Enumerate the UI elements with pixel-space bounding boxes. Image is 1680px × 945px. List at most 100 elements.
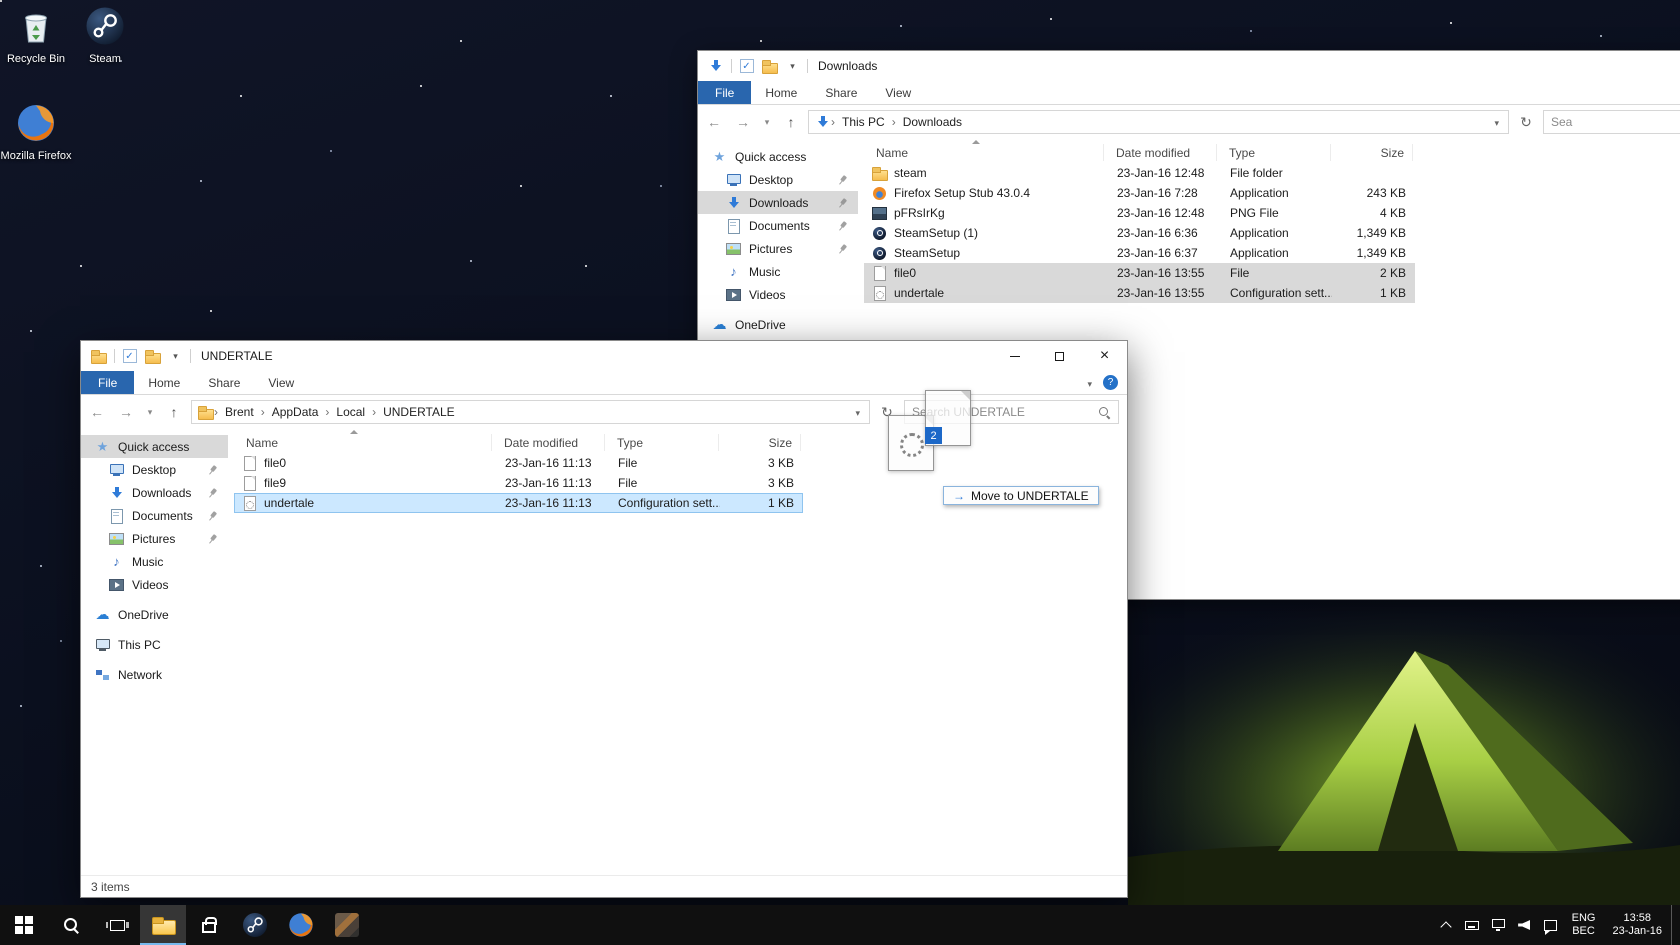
title-bar[interactable]: UNDERTALE [81, 341, 1127, 371]
sidebar-item-music[interactable]: Music [81, 550, 228, 573]
clock[interactable]: 13:58 23-Jan-16 [1604, 912, 1670, 938]
address-box[interactable]: Brent AppData Local UNDERTALE [191, 400, 870, 424]
breadcrumb-item[interactable]: This PC [835, 115, 892, 129]
desktop-icon-recycle-bin[interactable]: Recycle Bin [0, 6, 74, 66]
tray-expand-button[interactable] [1434, 905, 1459, 945]
store-button[interactable] [186, 905, 232, 945]
minimize-button[interactable] [992, 341, 1037, 371]
task-view-button[interactable] [94, 905, 140, 945]
file-row[interactable]: Firefox Setup Stub 43.0.4 23-Jan-16 7:28… [864, 183, 1415, 203]
tray-network-button[interactable] [1486, 905, 1511, 945]
refresh-icon[interactable] [875, 400, 899, 424]
sidebar-item-videos[interactable]: Videos [698, 283, 858, 306]
properties-qat-icon[interactable] [739, 59, 754, 74]
tray-action-center-button[interactable] [1538, 905, 1563, 945]
file-row[interactable]: SteamSetup (1) 23-Jan-16 6:36 Applicatio… [864, 223, 1415, 243]
home-tab[interactable]: Home [751, 81, 811, 104]
file-row-selected[interactable]: undertale 23-Jan-16 13:55 Configuration … [864, 283, 1415, 303]
back-button[interactable] [702, 110, 726, 134]
address-dropdown-chevron-icon[interactable] [849, 405, 866, 419]
firefox-taskbar-button[interactable] [278, 905, 324, 945]
maximize-button[interactable] [1037, 341, 1082, 371]
up-button[interactable] [162, 400, 186, 424]
new-folder-qat-icon[interactable] [761, 58, 778, 74]
share-tab[interactable]: Share [194, 371, 254, 394]
properties-qat-icon[interactable] [122, 349, 137, 364]
file-row[interactable]: file0 23-Jan-16 11:13 File 3 KB [234, 453, 803, 473]
file-size: 1,349 KB [1356, 226, 1406, 240]
breadcrumb-item[interactable]: Downloads [896, 115, 969, 129]
sidebar-item-pictures[interactable]: Pictures [698, 237, 858, 260]
tray-keyboard-button[interactable] [1460, 905, 1485, 945]
sidebar-item-desktop[interactable]: Desktop [81, 458, 228, 481]
sidebar-item-onedrive[interactable]: OneDrive [81, 603, 228, 626]
breadcrumb-item[interactable]: Brent [218, 405, 261, 419]
customize-qat-chevron-down-icon[interactable] [168, 349, 183, 364]
column-header-name[interactable]: Name [864, 140, 1104, 161]
show-desktop-button[interactable] [1671, 905, 1677, 945]
view-tab[interactable]: View [254, 371, 308, 394]
search-input[interactable]: Search UNDERTALE [904, 400, 1119, 424]
address-box[interactable]: This PC Downloads [808, 110, 1509, 134]
view-tab[interactable]: View [871, 81, 925, 104]
sidebar-item-downloads[interactable]: Downloads [81, 481, 228, 504]
refresh-icon[interactable] [1514, 110, 1538, 134]
desktop-icon-firefox[interactable]: Mozilla Firefox [0, 103, 74, 163]
ribbon-collapse-icon[interactable] [1087, 376, 1092, 390]
language-indicator[interactable]: ENG BEC [1564, 912, 1604, 938]
file-row[interactable]: steam 23-Jan-16 12:48 File folder [864, 163, 1415, 183]
file-row[interactable]: pFRsIrKg 23-Jan-16 12:48 PNG File 4 KB [864, 203, 1415, 223]
close-button[interactable] [1082, 341, 1127, 371]
file-row[interactable]: SteamSetup 23-Jan-16 6:37 Application 1,… [864, 243, 1415, 263]
sidebar-item-documents[interactable]: Documents [698, 214, 858, 237]
sidebar-item-documents[interactable]: Documents [81, 504, 228, 527]
share-tab[interactable]: Share [811, 81, 871, 104]
new-folder-qat-icon[interactable] [144, 348, 161, 364]
column-header-date-modified[interactable]: Date modified [492, 434, 605, 451]
start-button[interactable] [0, 905, 48, 945]
column-header-type[interactable]: Type [1217, 144, 1331, 161]
sidebar-item-quick-access[interactable]: Quick access [81, 435, 228, 458]
recent-locations-chevron-icon[interactable] [760, 110, 774, 134]
column-header-date-modified[interactable]: Date modified [1104, 144, 1217, 161]
help-icon[interactable] [1103, 375, 1118, 390]
file-explorer-button[interactable] [140, 905, 186, 945]
sidebar-item-music[interactable]: Music [698, 260, 858, 283]
recent-locations-chevron-icon[interactable] [143, 400, 157, 424]
tray-volume-button[interactable] [1512, 905, 1537, 945]
forward-button[interactable] [114, 400, 138, 424]
title-bar[interactable]: Downloads [698, 51, 1680, 81]
home-tab[interactable]: Home [134, 371, 194, 394]
sidebar-item-this-pc[interactable]: This PC [81, 633, 228, 656]
taskbar-search-button[interactable] [48, 905, 94, 945]
back-button[interactable] [85, 400, 109, 424]
desktop-icon-steam[interactable]: Steam [67, 6, 143, 66]
column-header-size[interactable]: Size [719, 434, 801, 451]
sidebar-item-videos[interactable]: Videos [81, 573, 228, 596]
search-input[interactable]: Sea [1543, 110, 1680, 134]
column-header-size[interactable]: Size [1331, 144, 1413, 161]
sidebar-item-desktop[interactable]: Desktop [698, 168, 858, 191]
address-dropdown-chevron-icon[interactable] [1488, 115, 1505, 129]
breadcrumb-item[interactable]: UNDERTALE [376, 405, 462, 419]
file-row-selected[interactable]: file0 23-Jan-16 13:55 File 2 KB [864, 263, 1415, 283]
breadcrumb-item[interactable]: AppData [265, 405, 326, 419]
column-header-type[interactable]: Type [605, 434, 719, 451]
file-tab[interactable]: File [81, 371, 135, 394]
forward-button[interactable] [731, 110, 755, 134]
customize-qat-chevron-down-icon[interactable] [785, 59, 800, 74]
column-header-name[interactable]: Name [234, 430, 492, 451]
sidebar-item-downloads[interactable]: Downloads [698, 191, 858, 214]
sidebar-item-onedrive[interactable]: OneDrive [698, 313, 858, 336]
file-row-selected[interactable]: undertale 23-Jan-16 11:13 Configuration … [234, 493, 803, 513]
pinned-app-button[interactable] [324, 905, 370, 945]
sidebar-item-network[interactable]: Network [81, 663, 228, 686]
steam-taskbar-button[interactable] [232, 905, 278, 945]
file-row[interactable]: file9 23-Jan-16 11:13 File 3 KB [234, 473, 803, 493]
up-button[interactable] [779, 110, 803, 134]
sidebar-item-quick-access[interactable]: Quick access [698, 145, 858, 168]
breadcrumb-item[interactable]: Local [329, 405, 372, 419]
sidebar-item-pictures[interactable]: Pictures [81, 527, 228, 550]
file-tab[interactable]: File [698, 81, 752, 104]
sidebar-label: Music [749, 264, 781, 279]
